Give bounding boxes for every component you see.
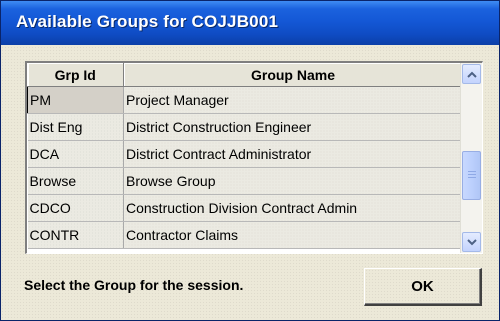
group-name-cell[interactable]: District Contract Administrator: [123, 140, 463, 168]
scroll-down-button[interactable]: [462, 232, 481, 252]
grp-id-cell[interactable]: CONTR: [27, 221, 124, 249]
table-row[interactable]: DCA District Contract Administrator: [27, 140, 463, 168]
ok-button[interactable]: OK: [364, 268, 482, 306]
grp-id-cell[interactable]: CDCO: [27, 194, 124, 222]
column-header-group-name[interactable]: Group Name: [123, 63, 463, 87]
scrollbar-thumb[interactable]: [462, 151, 481, 200]
column-header-grp-id[interactable]: Grp Id: [27, 63, 124, 87]
header-row: Grp Id Group Name: [27, 63, 463, 87]
grp-id-cell[interactable]: PM: [27, 86, 124, 114]
instruction-label: Select the Group for the session.: [24, 277, 244, 293]
grp-id-cell[interactable]: Browse: [27, 167, 124, 195]
chevron-down-icon: [466, 238, 477, 245]
title-bar[interactable]: Available Groups for COJJB001: [1, 1, 499, 45]
table-row[interactable]: PM Project Manager: [27, 86, 463, 114]
table-row[interactable]: Browse Browse Group: [27, 167, 463, 195]
groups-grid[interactable]: Grp Id Group Name PM Project Manager Dis…: [25, 61, 483, 254]
grp-id-cell[interactable]: Dist Eng: [27, 113, 124, 141]
vertical-scrollbar[interactable]: [460, 63, 482, 253]
dialog-window: Available Groups for COJJB001 Grp Id Gro…: [0, 0, 500, 321]
chevron-up-icon: [466, 71, 477, 78]
group-name-cell[interactable]: Browse Group: [123, 167, 463, 195]
grip-line: [468, 174, 476, 175]
grp-id-cell[interactable]: DCA: [27, 140, 124, 168]
table-row[interactable]: Dist Eng District Construction Engineer: [27, 113, 463, 141]
scroll-up-button[interactable]: [462, 64, 481, 84]
window-title: Available Groups for COJJB001: [16, 12, 279, 31]
group-name-cell[interactable]: Construction Division Contract Admin: [123, 194, 463, 222]
table-row[interactable]: CDCO Construction Division Contract Admi…: [27, 194, 463, 222]
grip-line: [468, 177, 476, 178]
group-name-cell[interactable]: District Construction Engineer: [123, 113, 463, 141]
groups-table: Grp Id Group Name PM Project Manager Dis…: [27, 63, 463, 249]
group-name-cell[interactable]: Contractor Claims: [123, 221, 463, 249]
grip-line: [468, 171, 476, 172]
group-name-cell[interactable]: Project Manager: [123, 86, 463, 114]
table-row[interactable]: CONTR Contractor Claims: [27, 221, 463, 249]
